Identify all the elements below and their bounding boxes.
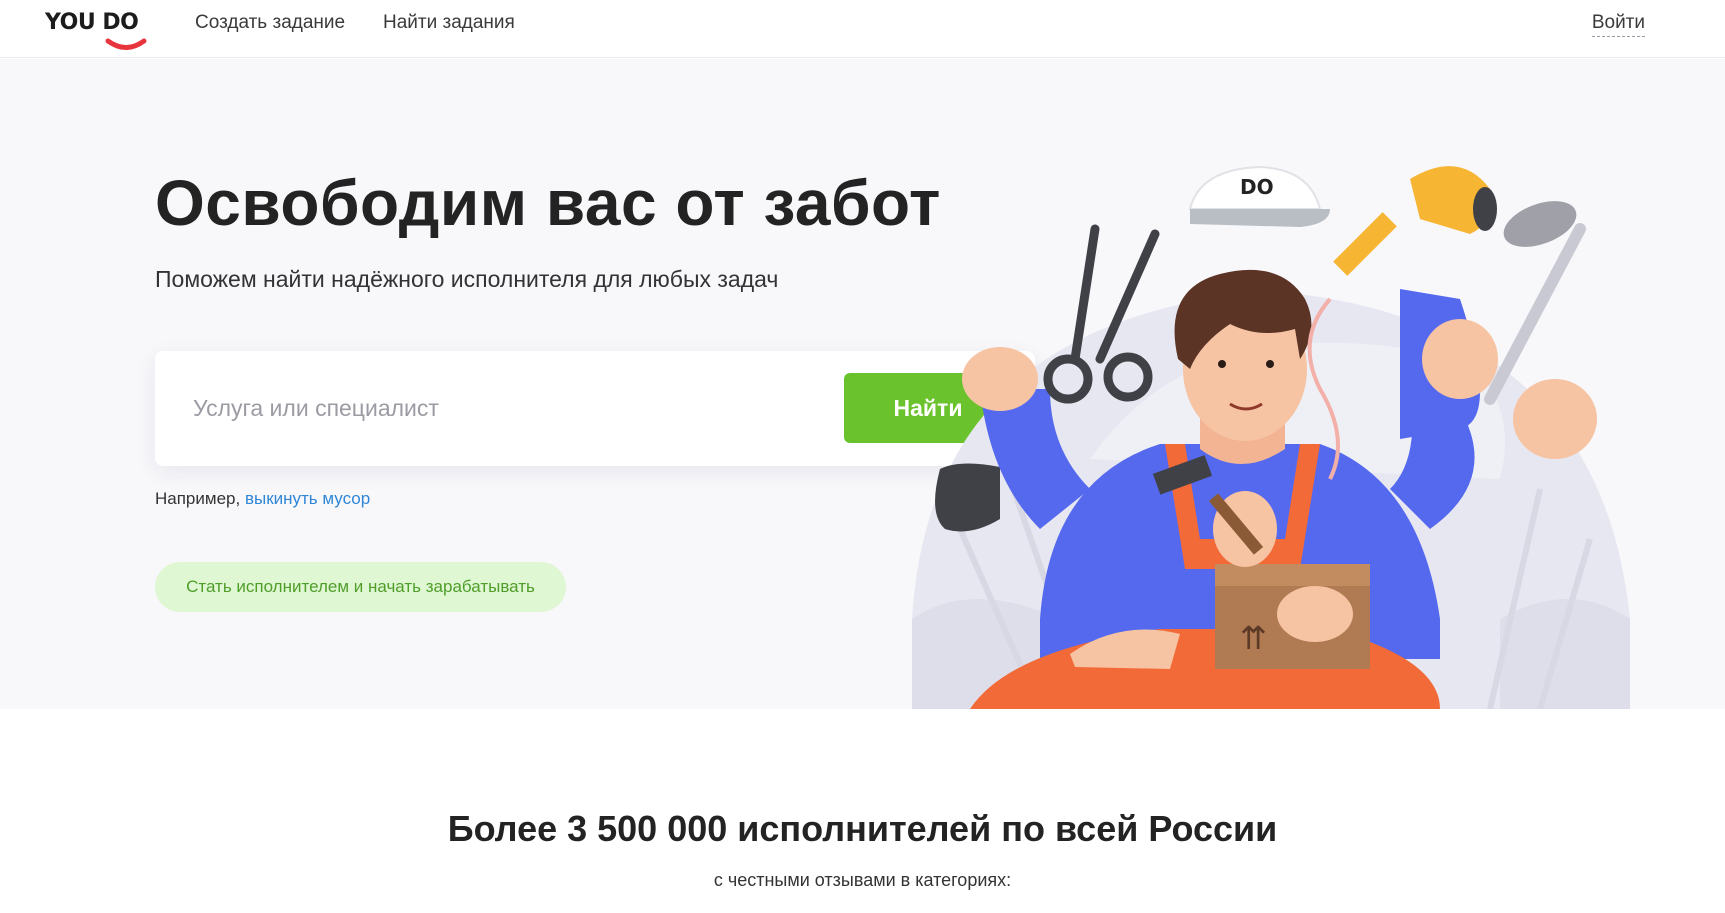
top-header: YOU DO Создать задание Найти задания Вой…: [0, 0, 1725, 58]
search-input[interactable]: [193, 395, 793, 422]
hero-subtitle: Поможем найти надёжного исполнителя для …: [155, 266, 779, 292]
example-link[interactable]: выкинуть мусор: [245, 489, 370, 508]
cap-icon: DO: [1188, 165, 1330, 227]
example-prefix: Например,: [155, 489, 241, 508]
become-performer-button[interactable]: Стать исполнителем и начать зарабатывать: [155, 562, 566, 612]
parcel-box-lid: [1215, 564, 1370, 586]
nav-create-task[interactable]: Создать задание: [195, 12, 345, 34]
right-hand-shape: [1277, 586, 1353, 642]
ladle-icon: [1484, 201, 1586, 405]
up-arrows-icon: ⇈: [1240, 619, 1267, 657]
logo-smile-icon: [105, 38, 147, 50]
youdo-logo[interactable]: YOU DO: [45, 10, 147, 50]
nav-find-tasks[interactable]: Найти задания: [383, 12, 515, 34]
frying-pan-shape: [935, 463, 1000, 532]
hero-section: Освободим вас от забот Поможем найти над…: [0, 59, 1725, 709]
login-link[interactable]: Войти: [1591, 12, 1645, 37]
hero-title: Освободим вас от забот: [155, 167, 941, 239]
stats-subtitle: с честными отзывами в категориях:: [713, 870, 1012, 890]
right-eye: [1266, 360, 1274, 368]
raised-hand-left: [962, 347, 1038, 411]
search-example: Например, выкинуть мусор: [155, 489, 370, 509]
logo-text: YOU DO: [45, 10, 139, 35]
ok-hand-shape: [1513, 379, 1597, 459]
stats-title: Более 3 500 000 исполнителей по всей Рос…: [447, 808, 1278, 849]
left-eye: [1218, 360, 1226, 368]
cap-logo-text: DO: [1240, 175, 1274, 199]
raised-hand-right: [1422, 319, 1498, 399]
hero-illustration: ⇈ DO: [912, 165, 1630, 709]
